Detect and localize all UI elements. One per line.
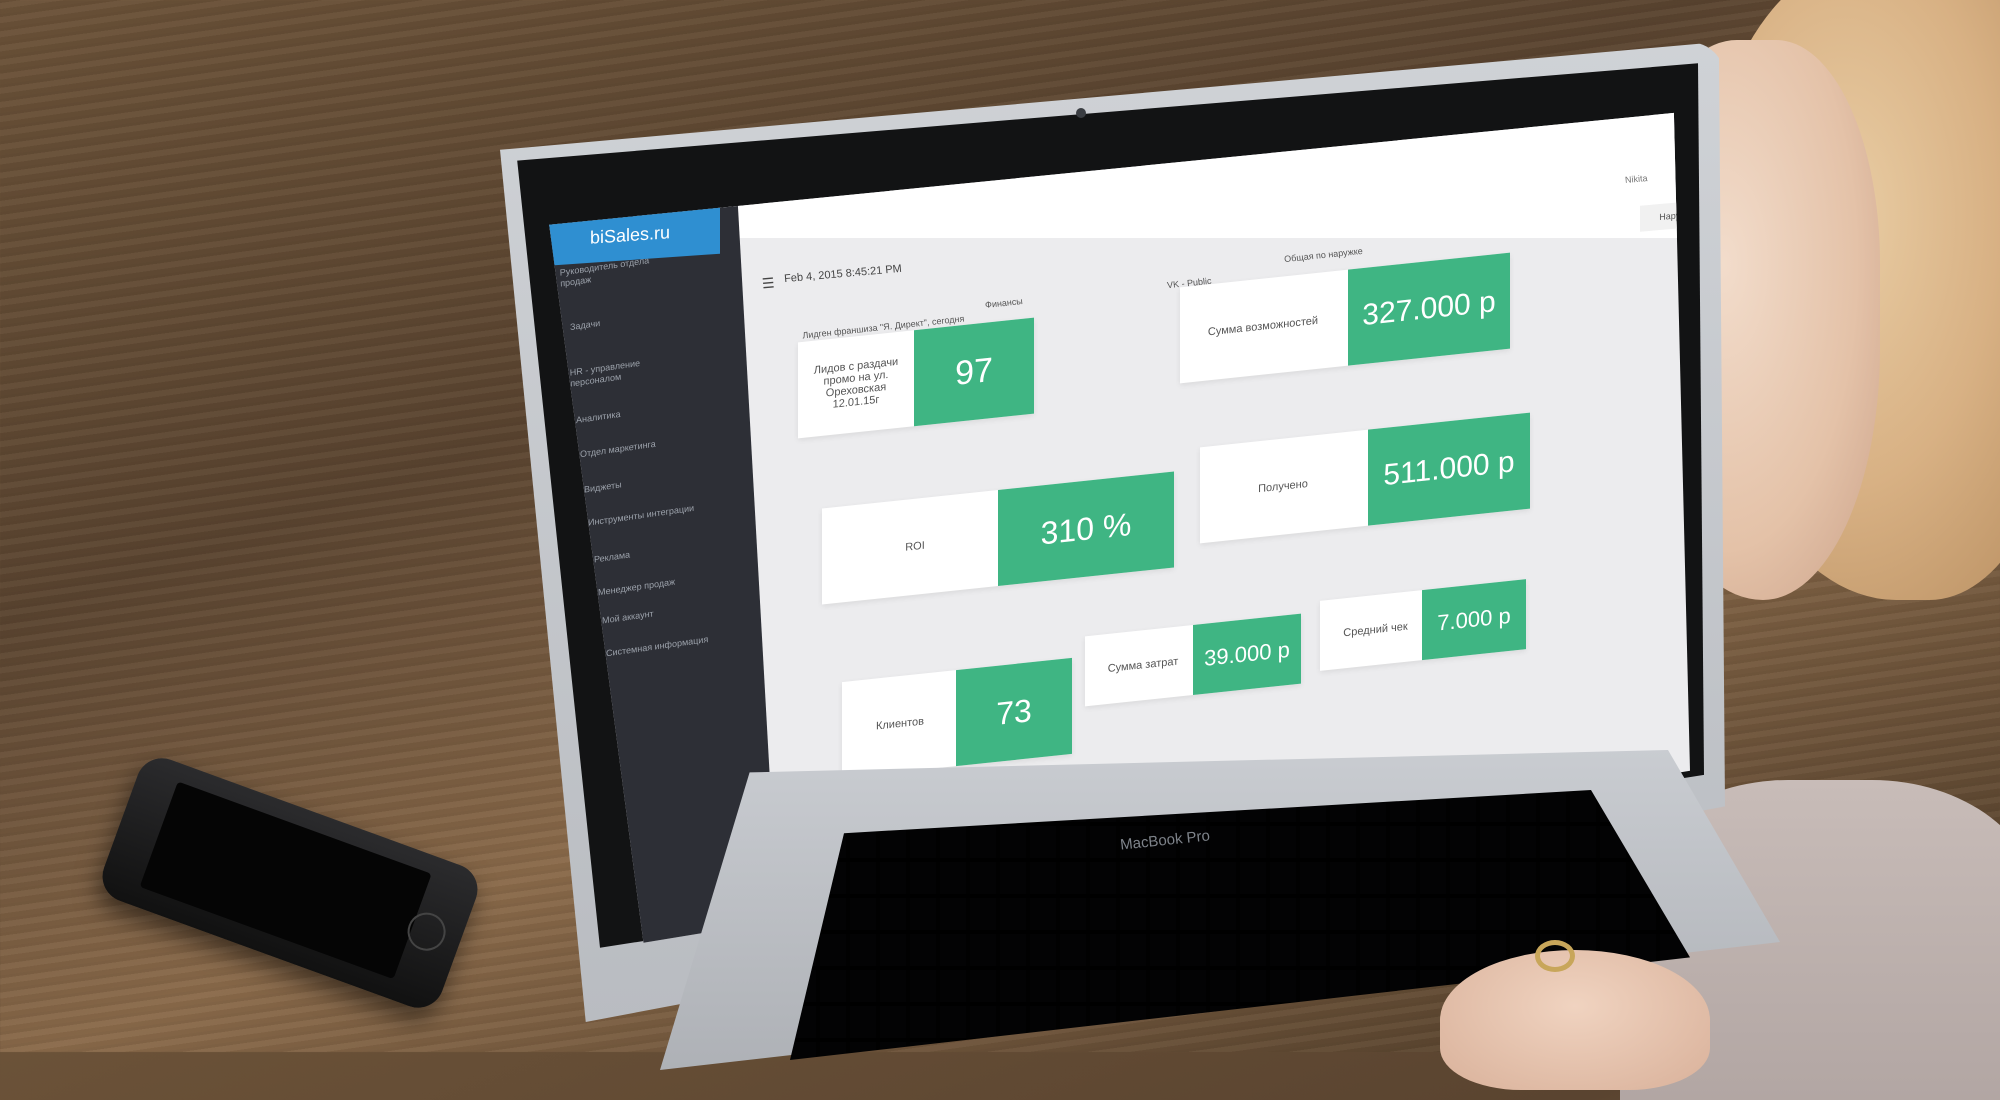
card-received: Получено 511.000 р bbox=[1200, 412, 1530, 544]
card-roi-value: 310 % bbox=[998, 471, 1174, 586]
hamburger-icon[interactable]: ☰ bbox=[761, 274, 775, 292]
sidebar-item-hr[interactable]: HR - управление персоналом bbox=[570, 352, 681, 389]
sidebar-item-analytics[interactable]: Аналитика bbox=[576, 409, 621, 426]
card-received-value: 511.000 р bbox=[1368, 412, 1530, 526]
caption-outdoor-total: Общая по наружке bbox=[1283, 245, 1364, 265]
sidebar-item-account[interactable]: Мой аккаунт bbox=[602, 608, 654, 626]
card-clients-value: 73 bbox=[956, 657, 1072, 767]
sidebar-item-integrations[interactable]: Инструменты интеграции bbox=[588, 502, 698, 528]
card-leads-label: Лидов с раздачи промо на ул. Ореховская … bbox=[813, 355, 899, 411]
card-costs: Сумма затрат 39.000 р bbox=[1085, 613, 1301, 707]
sidebar-item-tasks[interactable]: Задачи bbox=[570, 318, 601, 333]
camera-icon bbox=[1076, 108, 1086, 118]
sidebar-item-system-info[interactable]: Системная информация bbox=[606, 632, 726, 660]
username[interactable]: Nikita bbox=[1625, 173, 1648, 185]
header-datetime: Feb 4, 2015 8:45:21 PM bbox=[783, 262, 903, 286]
card-avg-check-label: Средний чек bbox=[1343, 620, 1408, 640]
card-roi: ROI 310 % bbox=[822, 471, 1174, 605]
card-avg-check-value: 7.000 р bbox=[1422, 579, 1526, 661]
card-opportunities-label: Сумма возможностей bbox=[1207, 314, 1319, 339]
card-leads-value: 97 bbox=[914, 317, 1034, 427]
card-opportunities-value: 327.000 р bbox=[1348, 252, 1510, 366]
card-roi-label: ROI bbox=[905, 539, 925, 554]
sidebar-item-sales-manager[interactable]: Менеджер продаж bbox=[598, 577, 675, 599]
sidebar-item-ads[interactable]: Реклама bbox=[594, 549, 630, 565]
card-clients: Клиентов 73 bbox=[842, 657, 1072, 779]
card-costs-value: 39.000 р bbox=[1193, 613, 1301, 695]
card-received-label: Получено bbox=[1258, 478, 1308, 496]
caption-finance: Финансы bbox=[984, 296, 1024, 310]
card-clients-label: Клиентов bbox=[875, 715, 925, 733]
card-costs-label: Сумма затрат bbox=[1107, 655, 1179, 675]
sidebar-item-marketing[interactable]: Отдел маркетинга bbox=[580, 439, 656, 461]
sidebar-item-widgets[interactable]: Виджеты bbox=[584, 479, 622, 495]
card-opportunities: Сумма возможностей 327.000 р bbox=[1180, 252, 1510, 384]
person-hand bbox=[1440, 950, 1710, 1090]
ring-icon bbox=[1535, 940, 1575, 972]
card-avg-check: Средний чек 7.000 р bbox=[1320, 579, 1526, 671]
